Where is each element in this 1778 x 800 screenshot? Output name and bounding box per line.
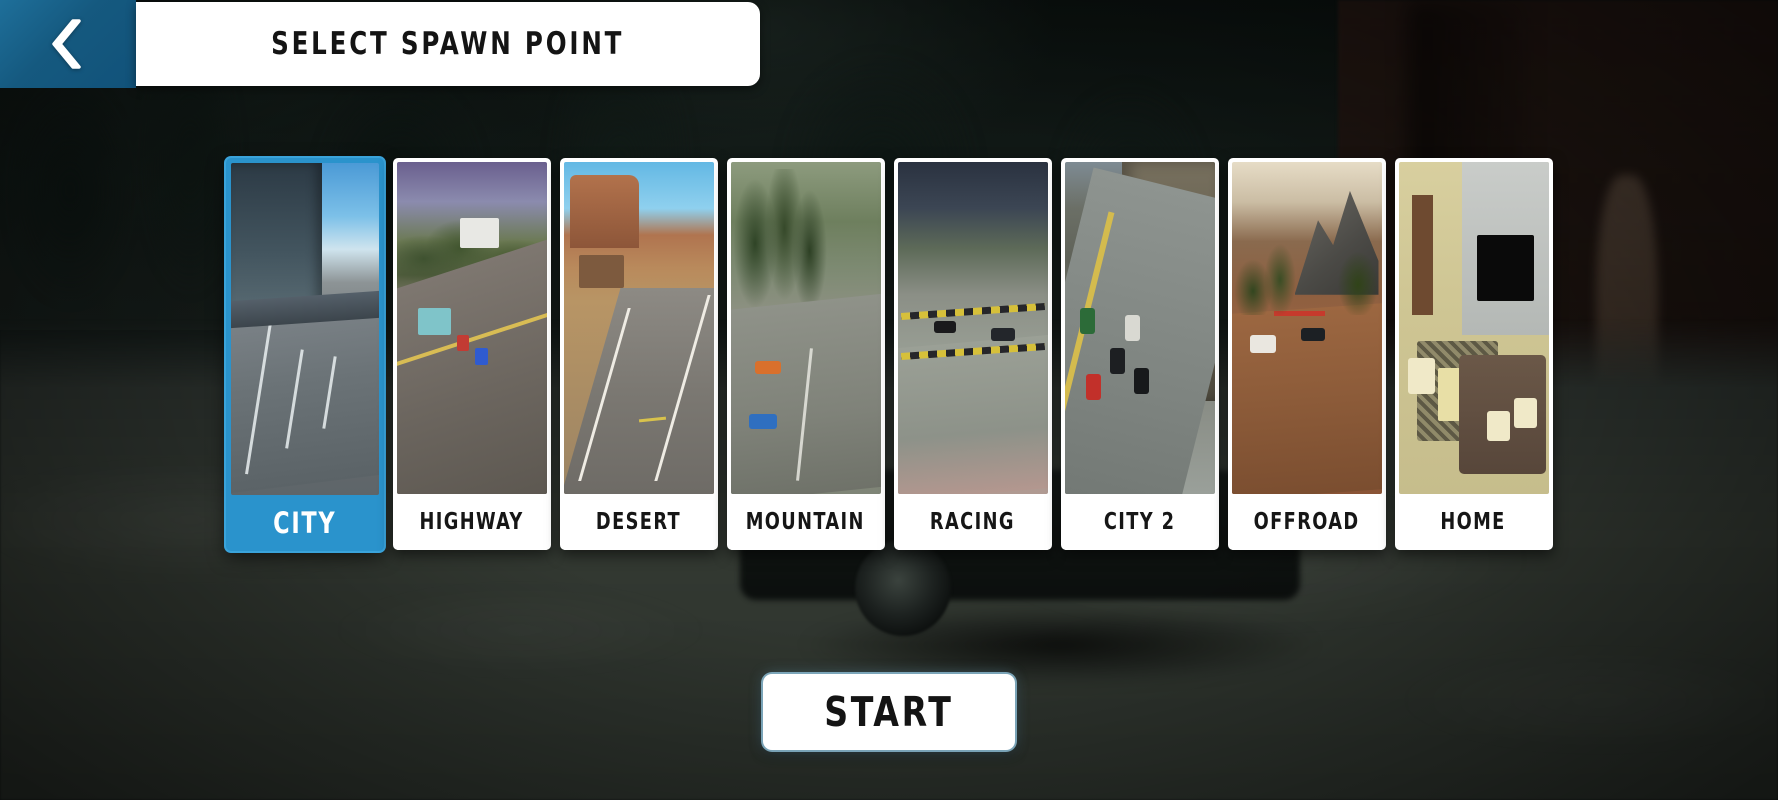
spawn-point-card-home[interactable]: HOME (1394, 158, 1553, 550)
thumbnail-art (396, 162, 547, 494)
spawn-point-card-racing[interactable]: RACING (893, 158, 1052, 550)
spawn-point-card-mountain[interactable]: MOUNTAIN (726, 158, 885, 550)
start-button[interactable]: START (763, 674, 1015, 750)
spawn-point-label-bar: CITY 2 (1064, 494, 1215, 550)
thumbnail-art (563, 162, 714, 494)
thumbnail-art (1064, 162, 1215, 494)
page-title: SELECT SPAWN POINT (271, 26, 625, 62)
spawn-point-label-bar: CITY (230, 495, 379, 551)
spawn-point-thumbnail (1398, 162, 1549, 494)
spawn-point-label: HIGHWAY (419, 509, 524, 535)
spawn-point-thumbnail (730, 162, 881, 494)
spawn-point-thumbnail (230, 163, 379, 495)
spawn-point-label-bar: DESERT (563, 494, 714, 550)
spawn-point-list: CITY HIGHWAY DESERT MOUNTAIN RACING CITY 2 OFF… (0, 158, 1778, 551)
start-button-label: START (824, 688, 954, 736)
spawn-point-thumbnail (1064, 162, 1215, 494)
spawn-point-card-highway[interactable]: HIGHWAY (392, 158, 551, 550)
spawn-point-thumbnail (1231, 162, 1382, 494)
spawn-point-label: RACING (930, 509, 1015, 535)
spawn-point-label: DESERT (595, 509, 682, 535)
title-plate: SELECT SPAWN POINT (136, 2, 760, 86)
spawn-point-label-bar: OFFROAD (1231, 494, 1382, 550)
thumbnail-art (730, 162, 881, 494)
spawn-point-label: OFFROAD (1253, 509, 1360, 535)
spawn-point-label: CITY (272, 506, 337, 540)
spawn-point-card-city-2[interactable]: CITY 2 (1060, 158, 1219, 550)
back-button[interactable] (0, 0, 136, 88)
thumbnail-art (897, 162, 1048, 494)
spawn-point-label-bar: HOME (1398, 494, 1549, 550)
thumbnail-art (230, 163, 379, 495)
chevron-left-icon (48, 18, 88, 70)
spawn-point-label: CITY 2 (1103, 509, 1176, 535)
spawn-point-thumbnail (563, 162, 714, 494)
spawn-point-card-city[interactable]: CITY (225, 158, 384, 551)
thumbnail-art (1231, 162, 1382, 494)
header-bar: SELECT SPAWN POINT (0, 0, 760, 88)
thumbnail-art (1398, 162, 1549, 494)
spawn-point-thumbnail (897, 162, 1048, 494)
spawn-point-label-bar: MOUNTAIN (730, 494, 881, 550)
spawn-point-label-bar: RACING (897, 494, 1048, 550)
spawn-point-thumbnail (396, 162, 547, 494)
spawn-point-label: MOUNTAIN (745, 509, 866, 535)
spawn-point-card-offroad[interactable]: OFFROAD (1227, 158, 1386, 550)
spawn-point-card-desert[interactable]: DESERT (559, 158, 718, 550)
spawn-point-label-bar: HIGHWAY (396, 494, 547, 550)
spawn-point-label: HOME (1440, 509, 1507, 535)
